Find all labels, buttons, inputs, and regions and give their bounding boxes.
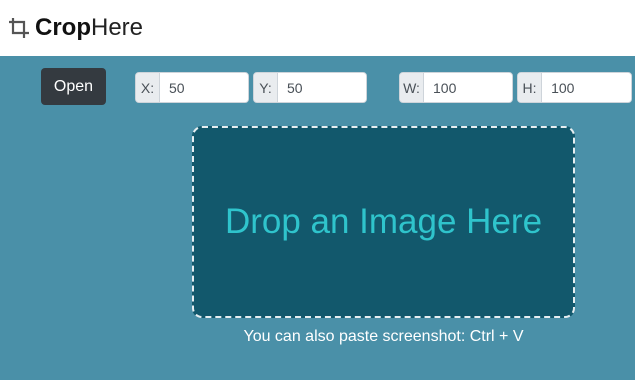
paste-hint: You can also paste screenshot: Ctrl + V: [243, 328, 524, 345]
app-title-light: Here: [91, 14, 144, 41]
y-input[interactable]: [278, 73, 366, 102]
x-label: X:: [136, 73, 160, 102]
width-label: W:: [400, 73, 424, 102]
app-title: CropHere: [35, 14, 143, 42]
app-logo[interactable]: CropHere: [8, 12, 143, 44]
x-field: X:: [135, 72, 249, 103]
crop-icon: [8, 17, 30, 39]
open-button[interactable]: Open: [41, 68, 106, 105]
x-input[interactable]: [160, 73, 248, 102]
height-field: H:: [517, 72, 632, 103]
height-label: H:: [518, 73, 543, 102]
height-input[interactable]: [542, 73, 631, 102]
y-label: Y:: [254, 73, 278, 102]
app-title-bold: Crop: [35, 14, 91, 41]
width-field: W:: [399, 72, 513, 103]
app-header: CropHere: [0, 0, 635, 56]
image-dropzone[interactable]: Drop an Image Here: [192, 126, 575, 318]
width-input[interactable]: [424, 73, 512, 102]
dropzone-text: Drop an Image Here: [224, 202, 543, 241]
y-field: Y:: [253, 72, 367, 103]
